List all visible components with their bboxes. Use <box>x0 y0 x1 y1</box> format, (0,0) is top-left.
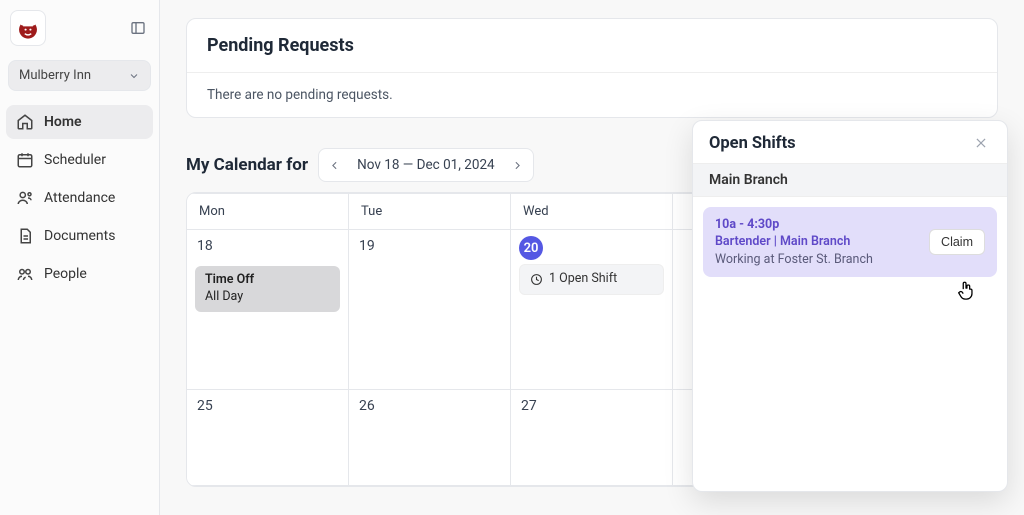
nav-people[interactable]: People <box>6 257 153 291</box>
claim-button[interactable]: Claim <box>929 229 985 255</box>
panel-left-icon <box>130 20 146 36</box>
open-shift-chip[interactable]: 1 Open Shift <box>519 264 664 295</box>
document-icon <box>16 227 34 245</box>
sidebar-collapse-button[interactable] <box>127 17 149 39</box>
day-cell[interactable]: 26 <box>349 390 511 485</box>
open-shifts-panel: Open Shifts Main Branch 10a - 4:30p Bart… <box>692 120 1008 492</box>
nav-scheduler[interactable]: Scheduler <box>6 143 153 177</box>
nav-label: Scheduler <box>44 152 106 168</box>
pending-title: Pending Requests <box>187 19 997 73</box>
nav-documents[interactable]: Documents <box>6 219 153 253</box>
calendar-icon <box>16 151 34 169</box>
chevron-left-icon <box>328 159 341 172</box>
weekday-header: Mon <box>187 193 349 230</box>
shift-note: Working at Foster St. Branch <box>715 252 873 267</box>
chip-line2: All Day <box>205 289 330 306</box>
chip-line1: Time Off <box>205 272 330 289</box>
timeoff-chip[interactable]: Time Off All Day <box>195 266 340 312</box>
calendar-title: My Calendar for <box>186 155 308 175</box>
day-cell[interactable]: 25 <box>187 390 349 485</box>
org-name: Mulberry Inn <box>19 68 91 83</box>
chef-logo-icon <box>15 15 41 41</box>
day-cell[interactable]: 18 Time Off All Day <box>187 230 349 389</box>
nav-label: Home <box>44 114 82 130</box>
pending-requests-card: Pending Requests There are no pending re… <box>186 18 998 118</box>
sidebar-top <box>6 10 153 56</box>
day-number: 27 <box>511 390 547 422</box>
date-range[interactable]: Nov 18 — Dec 01, 2024 <box>349 157 503 173</box>
pending-empty-text: There are no pending requests. <box>187 73 997 117</box>
org-switcher[interactable]: Mulberry Inn <box>8 60 151 91</box>
date-pager: Nov 18 — Dec 01, 2024 <box>318 148 534 182</box>
close-icon <box>974 136 988 150</box>
day-number: 26 <box>349 390 385 422</box>
chevron-down-icon <box>128 70 140 82</box>
shift-card[interactable]: 10a - 4:30p Bartender | Main Branch Work… <box>703 207 997 277</box>
day-number-today: 20 <box>519 236 543 260</box>
attendance-icon <box>16 189 34 207</box>
app-logo[interactable] <box>10 10 46 46</box>
panel-title: Open Shifts <box>709 134 796 153</box>
close-button[interactable] <box>971 133 991 153</box>
day-number: 19 <box>349 230 385 262</box>
day-number: 25 <box>187 390 223 422</box>
shift-role: Bartender | Main Branch <box>715 234 873 249</box>
nav-home[interactable]: Home <box>6 105 153 139</box>
chevron-right-icon <box>511 159 524 172</box>
weekday-header: Tue <box>349 193 511 230</box>
day-cell[interactable]: 20 1 Open Shift <box>511 230 673 389</box>
nav-label: Attendance <box>44 190 115 206</box>
date-prev-button[interactable] <box>319 149 349 181</box>
date-next-button[interactable] <box>503 149 533 181</box>
panel-branch-header: Main Branch <box>693 163 1007 197</box>
nav-label: Documents <box>44 228 115 244</box>
weekday-header: Wed <box>511 193 673 230</box>
day-number: 18 <box>187 230 223 262</box>
open-shift-label: 1 Open Shift <box>549 271 617 288</box>
shift-time: 10a - 4:30p <box>715 217 873 232</box>
nav-attendance[interactable]: Attendance <box>6 181 153 215</box>
home-icon <box>16 113 34 131</box>
day-cell[interactable]: 19 <box>349 230 511 389</box>
day-cell[interactable]: 27 <box>511 390 673 485</box>
people-icon <box>16 265 34 283</box>
clock-icon <box>530 273 543 286</box>
sidebar: Mulberry Inn Home Scheduler Attendance D… <box>0 0 160 515</box>
nav-label: People <box>44 266 87 282</box>
